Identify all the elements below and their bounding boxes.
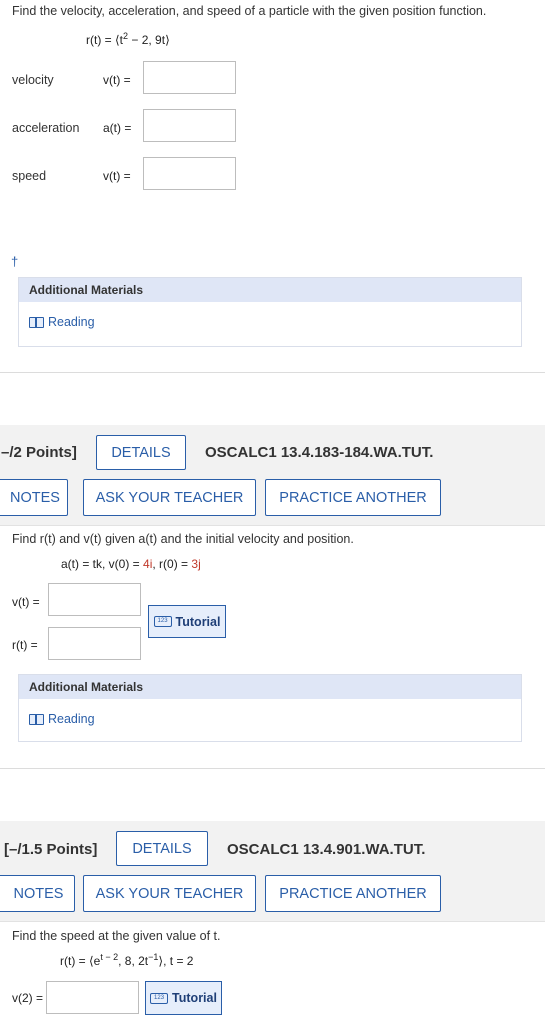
additional-materials-panel: Additional Materials Reading	[18, 277, 522, 347]
divider	[0, 921, 545, 922]
practice-another-button[interactable]: PRACTICE ANOTHER	[265, 875, 441, 912]
question-prompt: Find the speed at the given value of t.	[12, 929, 221, 943]
acceleration-input[interactable]	[143, 109, 236, 142]
dagger-mark: †	[11, 254, 19, 269]
velocity-input[interactable]	[48, 583, 141, 616]
velocity-expr: v(t) =	[103, 73, 131, 87]
question-prompt: Find r(t) and v(t) given a(t) and the in…	[12, 532, 354, 546]
speed-input[interactable]	[46, 981, 139, 1014]
ask-teacher-button[interactable]: ASK YOUR TEACHER	[83, 479, 256, 516]
notes-label: NOTES	[10, 489, 60, 506]
velocity-label: v(t) =	[12, 595, 40, 609]
acceleration-label: acceleration	[12, 121, 80, 135]
position-function: r(t) = ⟨et − 2, 8, 2t−1⟩, t = 2	[60, 952, 194, 969]
divider	[0, 372, 545, 373]
divider	[0, 768, 545, 769]
velocity-label: velocity	[12, 73, 54, 87]
position-function: r(t) = ⟨t2 − 2, 9t⟩	[86, 31, 170, 48]
details-button[interactable]: DETAILS	[96, 435, 186, 470]
tutorial-icon: 123	[153, 616, 172, 627]
reading-label: Reading	[48, 315, 95, 329]
additional-materials-title: Additional Materials	[19, 278, 521, 302]
book-icon	[29, 713, 44, 725]
question-prompt: Find the velocity, acceleration, and spe…	[12, 4, 487, 18]
speed-label: v(2) =	[12, 991, 44, 1005]
notes-button[interactable]: NOTES	[0, 479, 68, 516]
ask-teacher-button[interactable]: ASK YOUR TEACHER	[83, 875, 256, 912]
book-icon	[29, 316, 44, 328]
reading-link[interactable]: Reading	[29, 712, 95, 726]
divider	[0, 525, 545, 526]
details-button[interactable]: DETAILS	[116, 831, 208, 866]
problem-code: OSCALC1 13.4.901.WA.TUT.	[227, 841, 426, 858]
velocity-input[interactable]	[143, 61, 236, 94]
tutorial-button[interactable]: 123 Tutorial	[148, 605, 226, 638]
speed-expr: v(t) =	[103, 169, 131, 183]
position-input[interactable]	[48, 627, 141, 660]
notes-button[interactable]: NOTES	[0, 875, 75, 912]
given-conditions: a(t) = tk, v(0) = 4i, r(0) = 3j	[61, 557, 201, 571]
speed-label: speed	[12, 169, 47, 183]
points-label: [–/1.5 Points]	[4, 841, 98, 858]
practice-another-button[interactable]: PRACTICE ANOTHER	[265, 479, 441, 516]
tutorial-icon: 123	[150, 992, 169, 1004]
additional-materials-title: Additional Materials	[19, 675, 521, 699]
problem-code: OSCALC1 13.4.183-184.WA.TUT.	[205, 444, 434, 461]
speed-input[interactable]	[143, 157, 236, 190]
additional-materials-panel: Additional Materials Reading	[18, 674, 522, 742]
notes-label: NOTES	[13, 885, 64, 902]
acceleration-expr: a(t) =	[103, 121, 132, 135]
position-label: r(t) =	[12, 638, 38, 652]
tutorial-label: Tutorial	[175, 614, 221, 629]
reading-link[interactable]: Reading	[29, 315, 95, 329]
tutorial-label: Tutorial	[172, 991, 217, 1005]
tutorial-button[interactable]: 123 Tutorial	[145, 981, 222, 1015]
points-label: –/2 Points]	[1, 444, 77, 461]
reading-label: Reading	[48, 712, 95, 726]
